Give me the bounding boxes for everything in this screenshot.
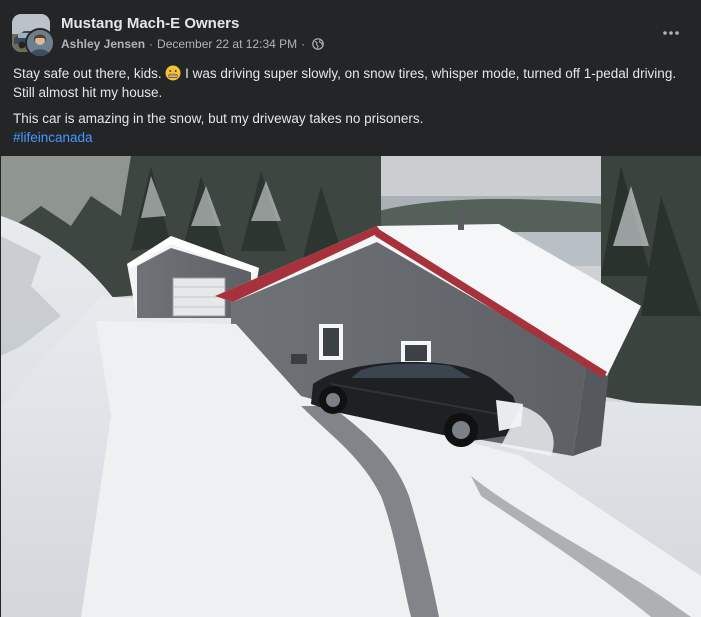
meta-separator-2: · (301, 37, 306, 51)
author-name-link[interactable]: Ashley Jensen (61, 37, 145, 51)
post-meta: Ashley Jensen · December 22 at 12:34 PM … (61, 37, 324, 51)
more-options-icon[interactable] (656, 18, 686, 48)
post-text-line2: This car is amazing in the snow, but my … (13, 111, 424, 126)
grimacing-face-emoji-icon (165, 65, 181, 81)
group-name-link[interactable]: Mustang Mach-E Owners (61, 15, 239, 32)
post-text-line1-start: Stay safe out there, kids. (13, 66, 166, 81)
post-timestamp[interactable]: December 22 at 12:34 PM (157, 37, 297, 51)
post-paragraph-1: Stay safe out there, kids. I was driving… (13, 64, 689, 102)
author-avatar[interactable] (25, 28, 55, 58)
post-card: Mustang Mach-E Owners Ashley Jensen · De… (0, 0, 701, 617)
meta-separator: · (149, 37, 154, 51)
post-text: Stay safe out there, kids. I was driving… (13, 64, 689, 147)
post-header: Mustang Mach-E Owners Ashley Jensen · De… (0, 0, 701, 60)
post-paragraph-2: This car is amazing in the snow, but my … (13, 109, 689, 128)
globe-icon[interactable] (312, 38, 324, 50)
post-photo[interactable] (1, 156, 701, 617)
hashtag-link[interactable]: #lifeincanada (13, 130, 93, 145)
